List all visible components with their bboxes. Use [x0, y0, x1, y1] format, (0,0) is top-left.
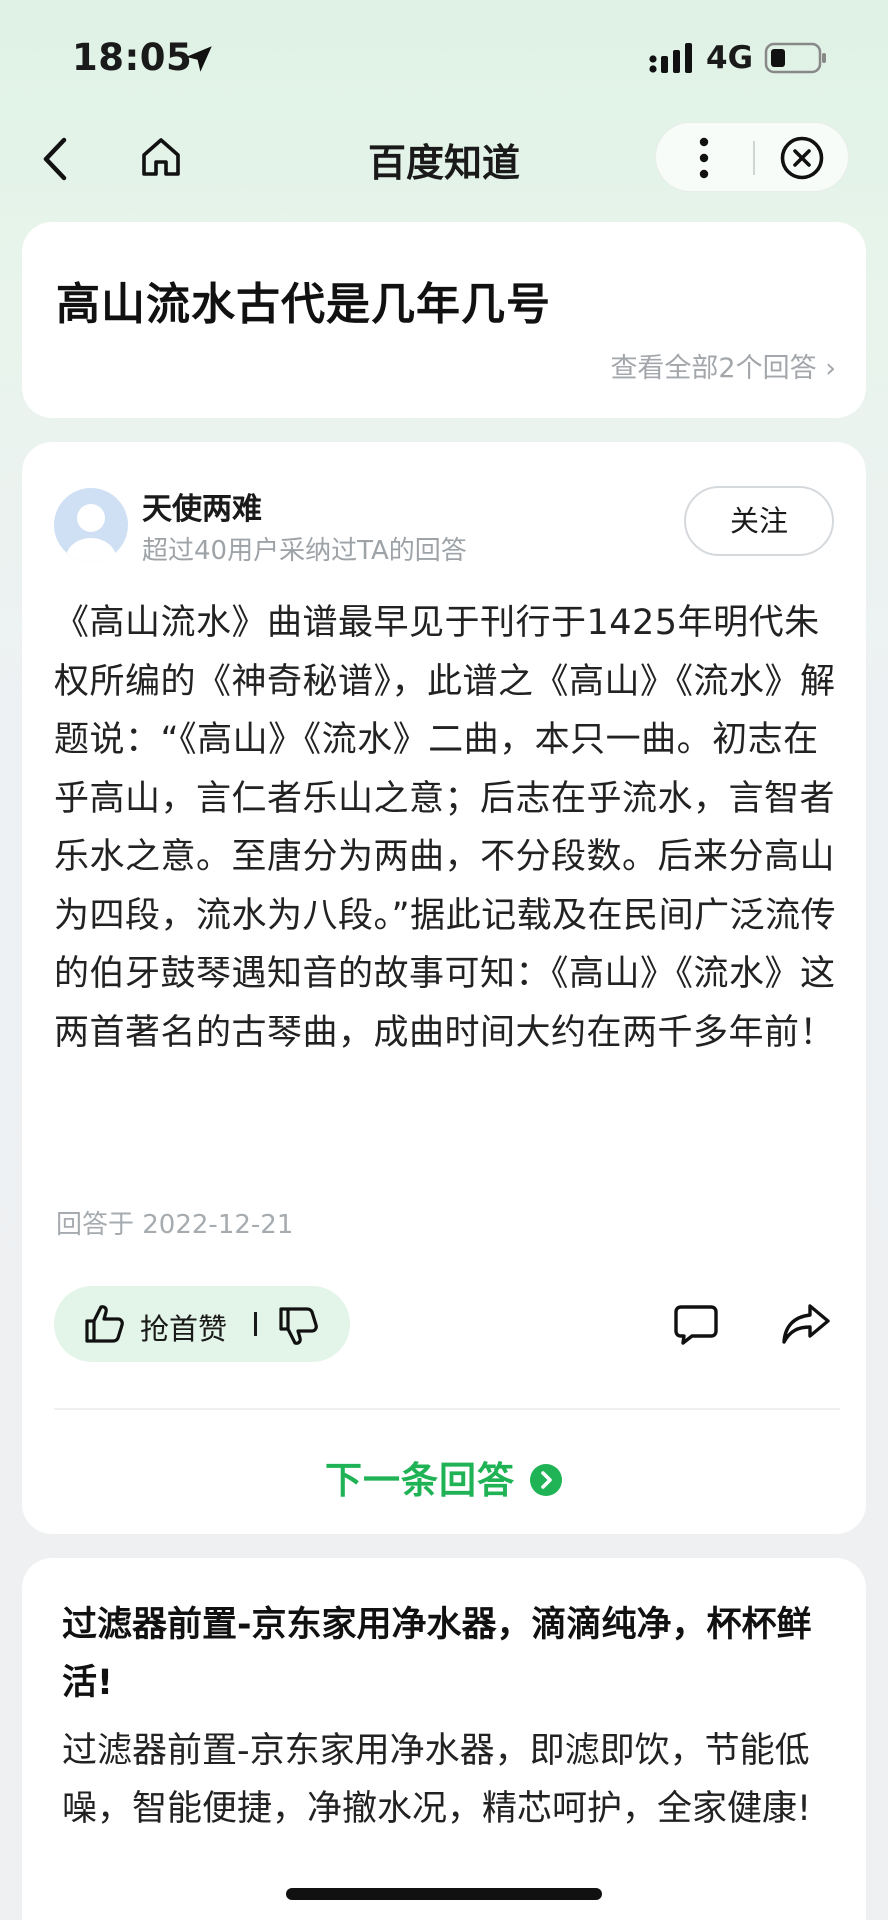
view-all-answers-link[interactable]: 查看全部2个回答 ›	[610, 346, 836, 385]
capsule-divider	[753, 141, 755, 175]
thumb-down-icon[interactable]	[276, 1304, 320, 1348]
next-arrow-icon	[530, 1464, 562, 1496]
question-card: 高山流水古代是几年几号 查看全部2个回答 ›	[22, 222, 866, 418]
vote-pill: 抢首赞	[54, 1286, 350, 1362]
answer-divider	[54, 1408, 840, 1410]
next-answer-label: 下一条回答	[325, 1459, 515, 1502]
close-icon[interactable]	[778, 134, 826, 182]
answer-card: 天使两难 超过40用户采纳过TA的回答 关注 《高山流水》曲谱最早见于刊行于14…	[22, 442, 866, 1534]
thumb-up-icon[interactable]	[82, 1302, 126, 1346]
mini-program-capsule	[655, 122, 849, 192]
first-like-label[interactable]: 抢首赞	[140, 1306, 227, 1348]
author-name[interactable]: 天使两难	[142, 484, 262, 528]
question-title: 高山流水古代是几年几号	[56, 279, 551, 330]
ad-title[interactable]: 过滤器前置-京东家用净水器，滴滴纯净，杯杯鲜活!	[62, 1596, 842, 1712]
user-avatar-icon	[66, 504, 116, 562]
nav-bar: 百度知道	[0, 120, 888, 192]
signal-icon	[649, 43, 692, 73]
author-subtitle: 超过40用户采纳过TA的回答	[142, 536, 467, 566]
status-bar: 18:05 4G	[0, 0, 888, 120]
location-arrow-icon	[186, 46, 212, 72]
home-indicator[interactable]	[286, 1888, 602, 1900]
answer-text: 《高山流水》曲谱最早见于刊行于1425年明代朱权所编的《神奇秘谱》，此谱之《高山…	[54, 603, 837, 1053]
answer-date: 回答于 2022-12-21	[56, 1210, 294, 1240]
ad-description: 过滤器前置-京东家用净水器，即滤即饮，节能低噪，智能便捷，净撤水况，精芯呵护，全…	[62, 1731, 812, 1829]
share-icon[interactable]	[780, 1300, 832, 1348]
ad-card[interactable]: 过滤器前置-京东家用净水器，滴滴纯净，杯杯鲜活! 过滤器前置-京东家用净水器，即…	[22, 1558, 866, 1920]
next-answer-link[interactable]: 下一条回答	[22, 1450, 866, 1504]
avatar[interactable]	[54, 488, 128, 562]
follow-button[interactable]: 关注	[684, 486, 834, 556]
battery-icon	[764, 42, 826, 74]
status-time: 18:05	[72, 36, 193, 79]
vote-separator	[254, 1312, 257, 1336]
more-icon[interactable]	[698, 136, 710, 180]
network-type: 4G	[706, 40, 754, 76]
comment-icon[interactable]	[672, 1300, 720, 1348]
